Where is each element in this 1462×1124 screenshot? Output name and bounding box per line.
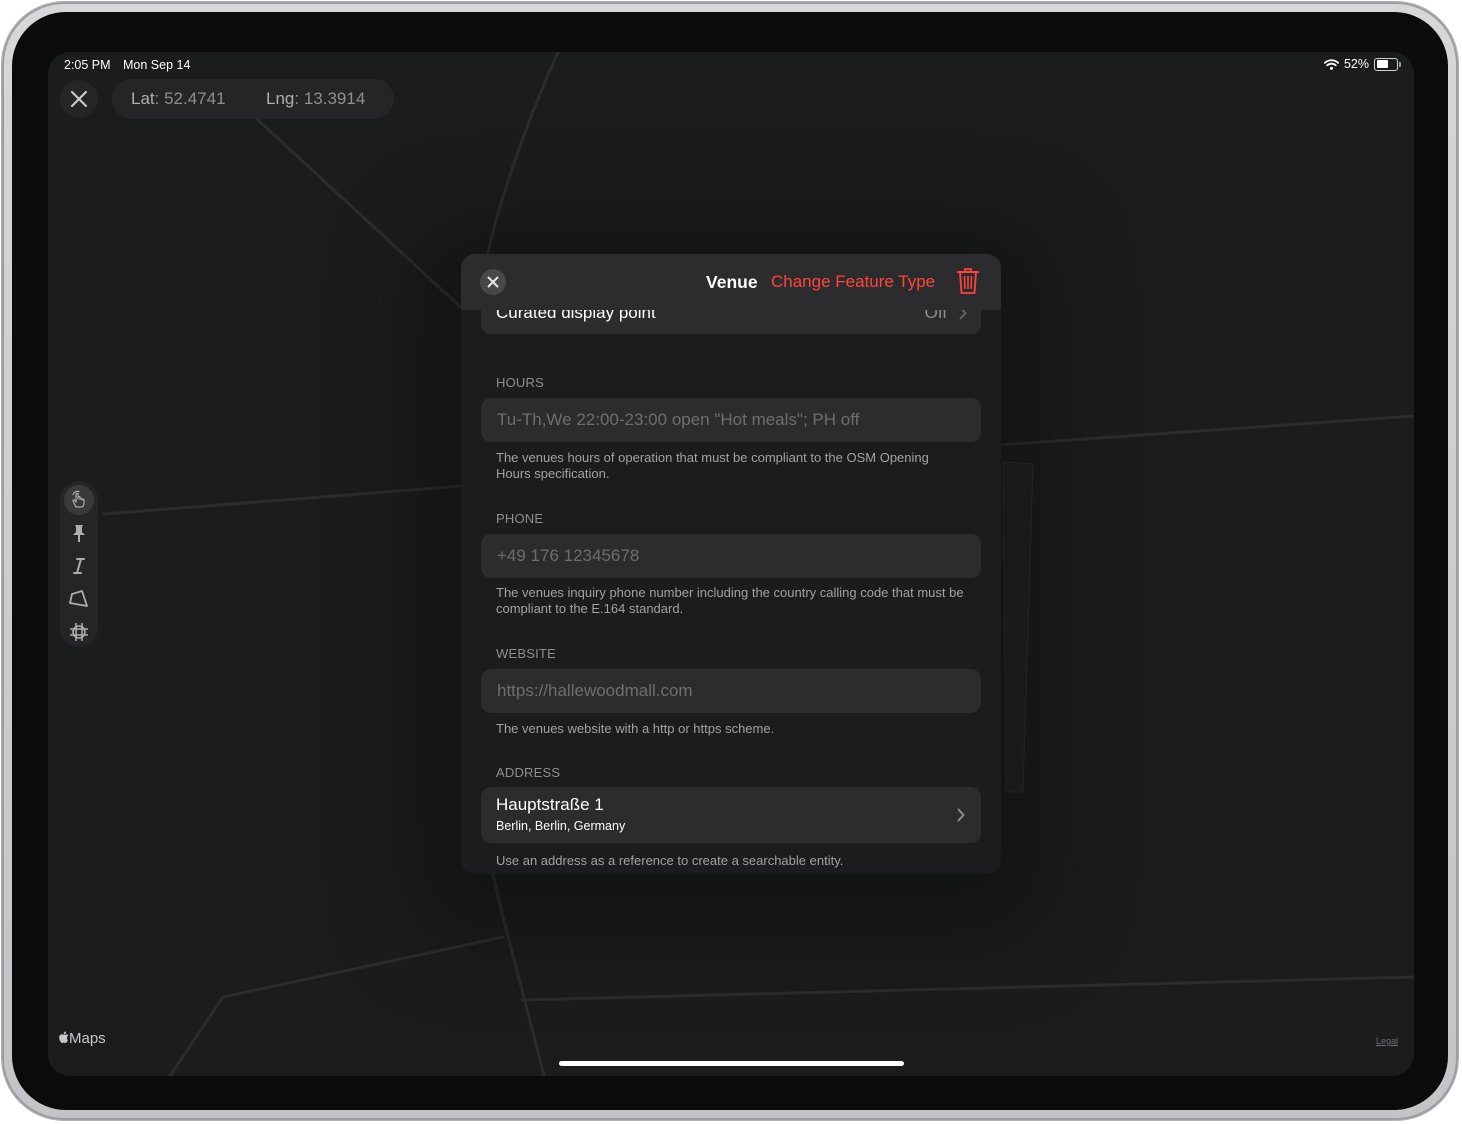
wifi-icon: [1323, 58, 1339, 70]
screen: 2:05 PM Mon Sep 14 52% Lat: 52.4741 Lng:…: [48, 52, 1414, 1076]
latitude-value: 52.4741: [164, 89, 226, 108]
status-indicators: 52%: [1323, 57, 1401, 71]
phone-field[interactable]: [481, 534, 981, 578]
map-close-button[interactable]: [60, 80, 98, 118]
polygon-icon: [69, 590, 88, 607]
status-bar: 2:05 PM Mon Sep 14 52%: [48, 52, 1414, 76]
hours-section-label: HOURS: [496, 375, 544, 390]
website-help-text: The venues website with a http or https …: [496, 721, 775, 736]
text-tool-button[interactable]: [64, 551, 94, 581]
close-icon: [487, 276, 499, 288]
map-tool-palette: [60, 481, 98, 647]
longitude-label: Lng: [266, 89, 295, 108]
longitude-value: 13.3914: [303, 89, 366, 108]
close-icon: [70, 90, 88, 108]
hours-field[interactable]: [481, 398, 981, 442]
maps-attribution: Maps: [58, 1030, 106, 1047]
battery-icon: [1374, 57, 1401, 71]
coordinates-readout: Lat: 52.4741 Lng: 13.3914: [112, 79, 394, 119]
status-date: Mon Sep 14: [123, 58, 191, 72]
change-feature-type-button[interactable]: Change Feature Type: [771, 272, 935, 292]
address-city-line: Berlin, Berlin, Germany: [496, 819, 626, 833]
trash-icon[interactable]: [957, 267, 979, 295]
website-input[interactable]: [481, 669, 981, 713]
phone-section-label: PHONE: [496, 511, 544, 526]
grid-crosshair-icon: [70, 623, 88, 641]
phone-help-text: The venues inquiry phone number includin…: [496, 585, 964, 616]
longitude-readout: Lng: 13.3914: [266, 89, 366, 108]
address-help-text: Use an address as a reference to create …: [496, 853, 844, 868]
address-section-label: ADDRESS: [496, 765, 561, 780]
website-field[interactable]: [481, 669, 981, 713]
grid-tool-button[interactable]: [64, 617, 94, 647]
sheet-header: Venue Change Feature Type: [461, 254, 1001, 310]
home-indicator[interactable]: [559, 1061, 904, 1066]
hours-help-text: The venues hours of operation that must …: [496, 450, 929, 481]
status-time: 2:05 PM: [64, 58, 111, 72]
pin-icon: [73, 525, 85, 542]
hand-pointer-icon: [72, 490, 85, 508]
latitude-readout: Lat: 52.4741: [131, 89, 226, 108]
select-tool-button[interactable]: [64, 485, 94, 515]
polygon-tool-button[interactable]: [64, 584, 94, 614]
phone-input[interactable]: [481, 534, 981, 578]
address-row[interactable]: Hauptstraße 1 Berlin, Berlin, Germany: [481, 787, 981, 843]
pin-tool-button[interactable]: [64, 518, 94, 548]
hours-input[interactable]: [481, 398, 981, 442]
legal-link[interactable]: Legal: [1376, 1036, 1398, 1046]
venue-editor-sheet: Venue Change Feature Type Curated displa…: [461, 254, 1001, 874]
sheet-title: Venue: [706, 272, 758, 292]
website-section-label: WEBSITE: [496, 646, 556, 661]
latitude-label: Lat: [131, 89, 155, 108]
sheet-close-button[interactable]: [480, 269, 506, 295]
battery-percent: 52%: [1343, 57, 1369, 71]
maps-attribution-text: Maps: [69, 1030, 106, 1047]
address-street: Hauptstraße 1: [496, 795, 604, 814]
apple-logo-icon: [59, 1031, 69, 1043]
text-cursor-icon: [73, 558, 85, 574]
chevron-right-icon: [957, 808, 965, 822]
